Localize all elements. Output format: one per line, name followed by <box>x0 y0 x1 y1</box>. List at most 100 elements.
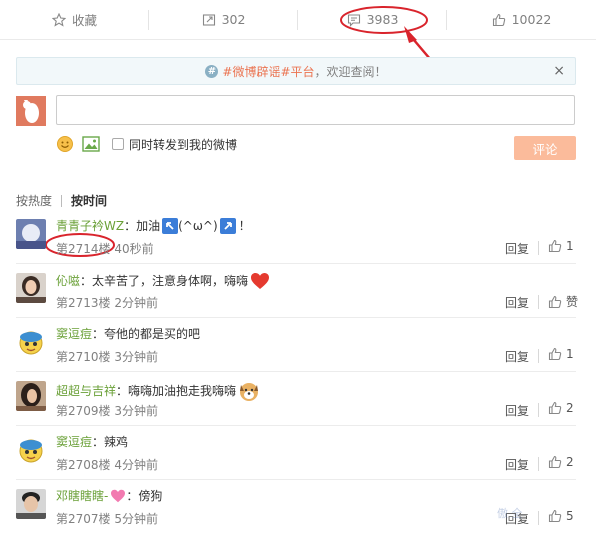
thumbs-up-icon <box>548 295 562 308</box>
favorite-button[interactable]: 收藏 <box>0 0 149 39</box>
repost-label: 同时转发到我的微博 <box>129 137 238 152</box>
comment-icon <box>347 13 361 27</box>
comment-text: 太辛苦了，注意身体啊，嗨嗨 <box>92 274 249 288</box>
repost-button[interactable]: 302 <box>149 0 298 39</box>
comment-username[interactable]: 窦逗痘 <box>56 326 92 342</box>
avatar[interactable] <box>16 435 46 465</box>
thumbs-up-icon <box>492 13 506 27</box>
comment-text: 辣鸡 <box>104 435 129 449</box>
comment-like-button[interactable]: 2 <box>548 455 574 469</box>
like-count: 2 <box>566 401 574 415</box>
timestamp: 3分钟前 <box>114 350 159 364</box>
comment-button[interactable]: 3983 <box>298 0 447 39</box>
reply-button[interactable]: 回复 <box>505 456 529 473</box>
like-count: 10022 <box>511 12 552 27</box>
comment-text: 夸他的都是买的吧 <box>104 327 201 341</box>
colon: ： <box>126 489 139 503</box>
floor-number: 第2714楼 <box>56 242 111 256</box>
comment-like-button[interactable]: 1 <box>548 347 574 361</box>
like-count: 2 <box>566 455 574 469</box>
checkbox[interactable] <box>112 138 124 150</box>
reply-button[interactable]: 回复 <box>505 294 529 311</box>
comment-username[interactable]: 超超与吉祥 <box>56 383 116 399</box>
comment-count: 3983 <box>366 12 399 27</box>
colon: ： <box>92 327 105 341</box>
comment-text: 嗨嗨加油抱走我嗨嗨 <box>128 384 237 398</box>
timestamp: 3分钟前 <box>114 404 159 418</box>
list-item: 窦逗痘 ： 辣鸡 第2708楼 4分钟前 回复 2 <box>16 426 576 480</box>
list-item: 窦逗痘 ： 夸他的都是买的吧 第2710楼 3分钟前 回复 1 <box>16 318 576 372</box>
composer-tools: 同时转发到我的微博 <box>56 134 237 154</box>
notice-hashtag-link[interactable]: #微博辟谣#平台 <box>222 63 314 80</box>
avatar[interactable] <box>16 327 46 357</box>
timestamp: 4分钟前 <box>114 458 159 472</box>
dog-emoji-icon <box>238 380 260 402</box>
list-item: 超超与吉祥 ： 嗨嗨加油抱走我嗨嗨 第2709楼 3分钟前 回复 2 <box>16 372 576 426</box>
comment-username[interactable]: 伈嗞 <box>56 273 80 289</box>
comment-username[interactable]: 青青子衿WZ <box>56 218 124 234</box>
floor-number: 第2710楼 <box>56 350 111 364</box>
avatar[interactable] <box>16 489 46 519</box>
reply-button[interactable]: 回复 <box>505 402 529 419</box>
moon-avatar-icon <box>16 219 46 249</box>
avatar[interactable] <box>16 96 46 126</box>
timestamp: 40秒前 <box>114 242 154 256</box>
reply-button[interactable]: 回复 <box>505 240 529 257</box>
like-button[interactable]: 10022 <box>447 0 596 39</box>
comment-username[interactable]: 邓瞎瞎瞎- <box>56 488 108 504</box>
divider <box>538 295 539 309</box>
like-count: 1 <box>566 347 574 361</box>
star-icon <box>51 12 66 27</box>
woman-avatar-icon <box>16 381 46 411</box>
info-icon: # <box>205 64 219 78</box>
repost-checkbox[interactable]: 同时转发到我的微博 <box>112 136 237 153</box>
comment-like-button[interactable]: 1 <box>548 239 574 253</box>
like-count: 5 <box>566 509 574 523</box>
like-count: 赞 <box>566 295 579 309</box>
comment-like-button[interactable]: 赞 <box>548 293 578 310</box>
list-item: 伈嗞 ： 太辛苦了，注意身体啊，嗨嗨 第2713楼 2分钟前 回复 赞 <box>16 264 578 318</box>
cartoon-avatar-icon <box>16 327 46 357</box>
image-icon[interactable] <box>82 136 100 152</box>
comment-meta: 第2707楼 5分钟前 <box>56 510 158 527</box>
timestamp: 5分钟前 <box>114 512 159 526</box>
list-item: 青青子衿WZ ： 加油 (^ω^) ！ 第2714楼 40秒前 回复 1 <box>16 210 576 264</box>
emoji-icon[interactable] <box>56 135 74 153</box>
arrow-up-right-icon <box>219 218 236 234</box>
pink-heart-icon <box>110 489 126 503</box>
sort-tabs: 按热度 按时间 <box>16 192 107 209</box>
comment-meta: 第2708楼 4分钟前 <box>56 456 158 473</box>
comment-list: 青青子衿WZ ： 加油 (^ω^) ！ 第2714楼 40秒前 回复 1 伈嗞 … <box>16 210 578 533</box>
comment-like-button[interactable]: 5 <box>548 509 574 523</box>
repost-count: 302 <box>221 12 246 27</box>
tab-time[interactable]: 按时间 <box>71 192 107 209</box>
comment-input[interactable] <box>56 95 575 125</box>
avatar[interactable] <box>16 219 46 249</box>
divider <box>61 194 63 207</box>
divider <box>538 241 539 255</box>
floor-number: 第2713楼 <box>56 296 111 310</box>
repost-icon <box>202 13 216 27</box>
comment-username[interactable]: 窦逗痘 <box>56 434 92 450</box>
colon: ： <box>92 435 105 449</box>
thumbs-up-icon <box>548 401 562 415</box>
notice-text: ，欢迎查阅！ <box>314 64 387 79</box>
girl-avatar-icon <box>16 273 46 303</box>
colon: ： <box>124 219 137 233</box>
thumbs-up-icon <box>548 455 562 469</box>
floor-number: 第2709楼 <box>56 404 111 418</box>
avatar[interactable] <box>16 381 46 411</box>
close-icon[interactable]: × <box>553 63 565 79</box>
notice-banner: # #微博辟谣#平台 ，欢迎查阅！ × <box>16 57 576 85</box>
avatar[interactable] <box>16 273 46 303</box>
tab-hot[interactable]: 按热度 <box>16 192 52 209</box>
comment-meta: 第2710楼 3分钟前 <box>56 348 158 365</box>
comment-kaomoji: (^ω^) <box>178 219 218 233</box>
comment-text: 加油 <box>136 219 161 233</box>
comment-submit-button[interactable]: 评论 <box>514 136 576 160</box>
comment-like-button[interactable]: 2 <box>548 401 574 415</box>
user-avatar-icon <box>16 96 46 126</box>
floor-number: 第2708楼 <box>56 458 111 472</box>
reply-button[interactable]: 回复 <box>505 348 529 365</box>
divider <box>538 511 539 525</box>
